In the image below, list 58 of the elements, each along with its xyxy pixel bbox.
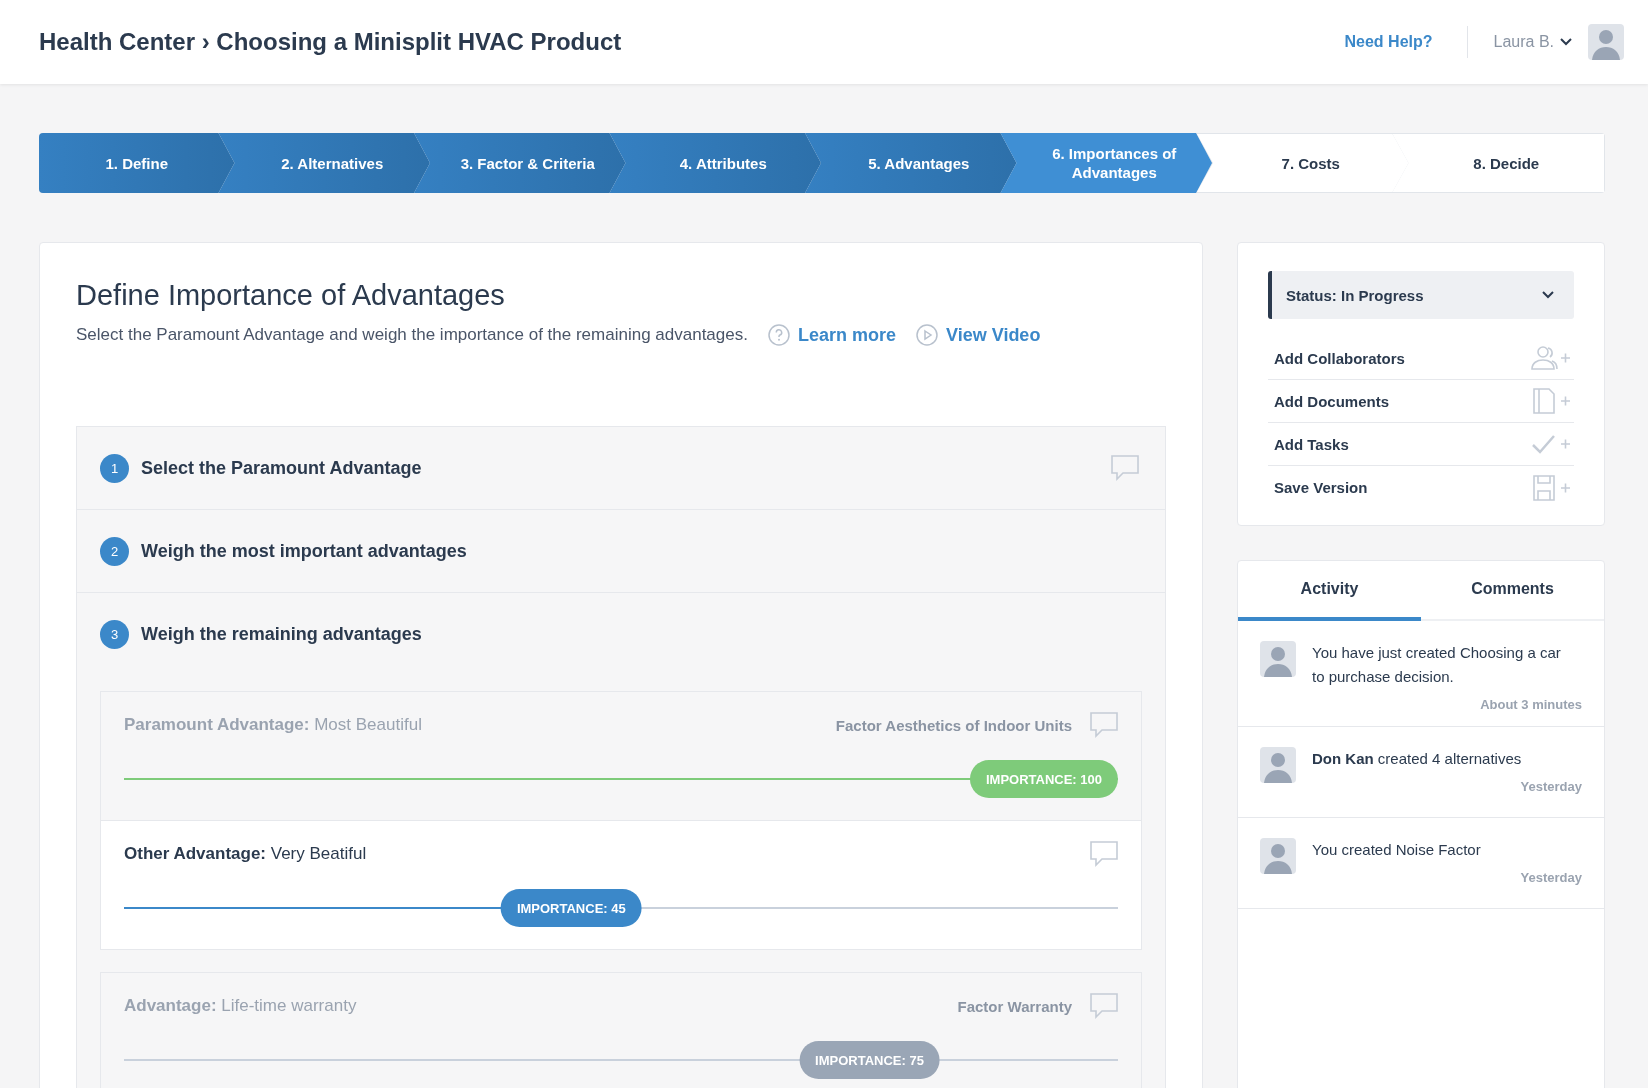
activity-text: Don Kan created 4 alternatives (1312, 749, 1523, 769)
comment-icon[interactable] (1111, 455, 1139, 481)
section-title: Weigh the remaining advantages (141, 623, 423, 645)
step-tab[interactable]: 1. Define (39, 133, 235, 193)
add-people-icon (1530, 345, 1572, 371)
view-video-link[interactable]: View Video (916, 324, 1041, 346)
step-tab[interactable]: 5. Advantages (805, 133, 1017, 193)
step-number-badge: 1 (100, 453, 129, 483)
chevron-down-icon (1542, 291, 1554, 299)
panel-tab[interactable]: Comments (1421, 561, 1604, 621)
user-menu[interactable]: Laura B. (1493, 33, 1572, 51)
description-text: Select the Paramount Advantage and weigh the importance of the remaining advantages. (76, 325, 748, 345)
section-header[interactable]: 1 Select the Paramount Advantage (77, 427, 1165, 510)
step-number-badge: 3 (100, 619, 129, 649)
section-title: Weigh the most important advantages (141, 540, 468, 562)
advantage-name: Advantage: Life-time warranty (124, 996, 357, 1016)
help-link[interactable]: Need Help? (1344, 33, 1433, 51)
section-header[interactable]: 3 Weigh the remaining advantages (77, 593, 1165, 675)
step-number-badge: 2 (100, 536, 129, 566)
step-tab[interactable]: 7. Costs (1197, 134, 1409, 192)
activity-time: Yesterday (1520, 779, 1582, 794)
page-heading: Define Importance of Advantages (76, 279, 506, 312)
add-document-icon (1530, 388, 1572, 414)
step-tab[interactable]: 3. Factor & Criteria (414, 133, 626, 193)
importance-slider[interactable]: IMPORTANCE: 45 (124, 889, 1118, 927)
learn-more-link[interactable]: Learn more (767, 324, 896, 346)
activity-time: About 3 minutes (1480, 697, 1582, 712)
factor-label: Factor Warranty (957, 997, 1072, 1015)
comment-icon[interactable] (1090, 712, 1118, 738)
step-tab[interactable]: 2. Alternatives (218, 133, 430, 193)
user-avatar (1260, 641, 1296, 677)
action-item[interactable]: Save Version (1268, 466, 1574, 509)
importance-handle[interactable]: IMPORTANCE: 45 (500, 889, 642, 927)
action-item[interactable]: Add Collaborators (1268, 337, 1574, 380)
help-icon (767, 324, 790, 346)
step-tab[interactable]: 6. Importances of Advantages (1000, 133, 1212, 193)
activity-time: Yesterday (1520, 870, 1582, 885)
comment-icon[interactable] (1090, 841, 1118, 867)
user-avatar (1260, 747, 1296, 783)
breadcrumb-title: Health Center › Choosing a Minisplit HVAC Product (39, 28, 622, 56)
step-tab[interactable]: 8. Decide (1392, 134, 1604, 192)
activity-text: You created Noise Factor (1312, 840, 1482, 860)
section-header[interactable]: 2 Weigh the most important advantages (77, 510, 1165, 593)
activity-text: You have just created Choosing a car to purchase decision. (1312, 643, 1562, 687)
action-item[interactable]: Add Tasks (1268, 423, 1574, 466)
advantage-name: Paramount Advantage: Most Beautiful (124, 715, 422, 735)
user-avatar[interactable] (1588, 24, 1624, 60)
section-title: Select the Paramount Advantage (141, 457, 423, 479)
user-avatar (1260, 838, 1296, 874)
step-tab[interactable]: 4. Attributes (609, 133, 821, 193)
advantage-name: Other Advantage: Very Beatiful (124, 844, 367, 864)
action-item[interactable]: Add Documents (1268, 380, 1574, 423)
status-dropdown[interactable]: Status: In Progress (1268, 271, 1574, 319)
play-icon (916, 324, 938, 346)
panel-tab[interactable]: Activity (1238, 561, 1421, 621)
save-icon (1530, 474, 1572, 501)
factor-label: Factor Aesthetics of Indoor Units (835, 716, 1072, 734)
chevron-down-icon (1560, 38, 1572, 46)
